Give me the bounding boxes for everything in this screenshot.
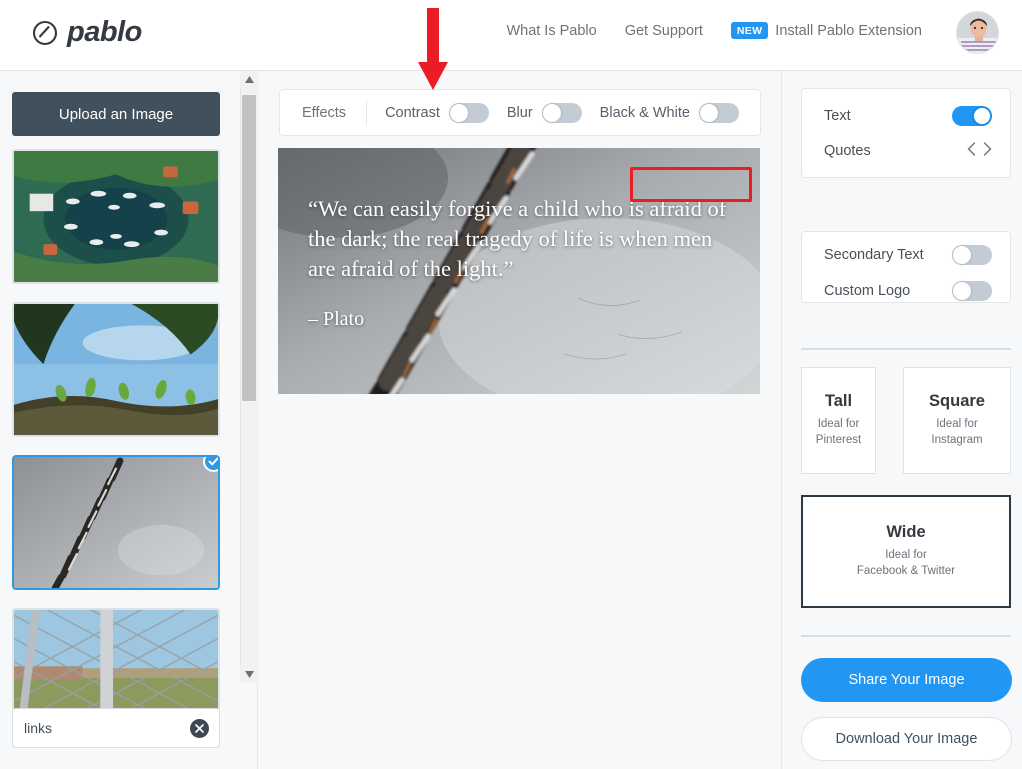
- text-row[interactable]: Text: [824, 103, 992, 129]
- size-option-wide-title: Wide: [886, 523, 926, 542]
- effect-contrast-toggle[interactable]: [448, 102, 489, 123]
- thumbnail-list: [0, 149, 240, 754]
- brand-name: pablo: [67, 16, 142, 48]
- share-image-button[interactable]: Share Your Image: [801, 658, 1012, 702]
- panel-divider-top: [801, 348, 1011, 350]
- nav-link-get-support[interactable]: Get Support: [625, 23, 703, 39]
- effect-black-and-white-toggle[interactable]: [698, 102, 739, 123]
- effect-black-and-white[interactable]: Black & White: [582, 102, 739, 123]
- thumbnail-aerial-marina-harbor[interactable]: [12, 149, 220, 284]
- effect-blur-toggle[interactable]: [541, 102, 582, 123]
- chevron-left-icon[interactable]: [967, 141, 976, 161]
- clear-search-close-circle-icon[interactable]: [190, 719, 209, 738]
- main-nav: What Is Pablo Get Support NEW Install Pa…: [506, 22, 922, 39]
- effect-blur-label: Blur: [506, 104, 533, 121]
- effect-contrast[interactable]: Contrast: [367, 102, 489, 123]
- pablo-app: pablo What Is Pablo Get Support NEW Inst…: [0, 0, 1022, 769]
- text-row-label: Text: [824, 108, 851, 124]
- size-option-wide-sub2: Facebook & Twitter: [856, 565, 956, 577]
- upload-image-button[interactable]: Upload an Image: [12, 92, 220, 136]
- custom-logo-toggle[interactable]: [952, 281, 992, 301]
- thumbnail-sky-through-palm-leaves[interactable]: [12, 302, 220, 437]
- image-library-sidebar: Upload an Image: [0, 71, 258, 769]
- quote-text: “We can easily forgive a child who is af…: [308, 196, 727, 281]
- circle-slash-icon: [32, 20, 58, 46]
- secondary-text-row[interactable]: Secondary Text: [824, 242, 992, 268]
- size-option-tall-title: Tall: [824, 392, 853, 411]
- quotes-row-label: Quotes: [824, 143, 871, 159]
- size-option-tall-sub1: Ideal for: [817, 418, 860, 431]
- nav-link-install-extension[interactable]: NEW Install Pablo Extension: [730, 22, 922, 39]
- secondary-text-label: Secondary Text: [824, 247, 924, 263]
- size-option-square-sub1: Ideal for: [936, 418, 978, 431]
- brand-logo[interactable]: pablo: [32, 16, 142, 49]
- size-option-wide[interactable]: Wide Ideal for Facebook & Twitter: [801, 495, 1011, 608]
- scroll-down-caret-down-icon[interactable]: [240, 666, 258, 683]
- quote-overlay: “We can easily forgive a child who is af…: [278, 148, 760, 394]
- text-toggle[interactable]: [952, 106, 992, 126]
- quotes-stepper[interactable]: [967, 141, 992, 161]
- text-options-card: Text Quotes: [801, 88, 1011, 178]
- effect-black-and-white-label: Black & White: [599, 104, 690, 121]
- install-extension-label[interactable]: Install Pablo Extension: [775, 23, 922, 39]
- search-input[interactable]: [24, 709, 184, 747]
- secondary-text-toggle[interactable]: [952, 245, 992, 265]
- effect-contrast-label: Contrast: [385, 104, 440, 121]
- effects-title: Effects: [302, 104, 347, 121]
- thumbnail-metal-chain-on-concrete[interactable]: [12, 455, 220, 590]
- size-option-tall[interactable]: Tall Ideal for Pinterest: [801, 367, 876, 474]
- download-image-button[interactable]: Download Your Image: [801, 717, 1012, 761]
- size-option-square-sub2: Instagram: [931, 434, 983, 446]
- sidebar-scrollbar-thumb[interactable]: [242, 95, 256, 401]
- size-option-square-title: Square: [929, 392, 985, 411]
- custom-logo-label: Custom Logo: [824, 283, 911, 299]
- chevron-right-icon[interactable]: [983, 141, 992, 161]
- image-search-box: [12, 708, 220, 748]
- new-badge: NEW: [730, 22, 769, 39]
- scroll-up-caret-up-icon[interactable]: [240, 71, 258, 88]
- quotes-row[interactable]: Quotes: [824, 138, 992, 164]
- image-canvas[interactable]: “We can easily forgive a child who is af…: [278, 148, 760, 394]
- extra-options-card: Secondary Text Custom Logo: [801, 231, 1011, 303]
- app-header: pablo What Is Pablo Get Support NEW Inst…: [0, 0, 1022, 71]
- avatar[interactable]: [956, 11, 999, 54]
- options-panel: Text Quotes Secondary Text Custom Logo T…: [782, 71, 1022, 769]
- quote-author: – Plato: [308, 307, 365, 330]
- effect-blur[interactable]: Blur: [489, 102, 582, 123]
- size-option-wide-sub1: Ideal for: [885, 549, 927, 562]
- effects-toolbar: Effects Contrast Blur Black & White: [279, 89, 761, 136]
- editor-workspace: Effects Contrast Blur Black & White “We …: [258, 71, 782, 769]
- size-option-square[interactable]: Square Ideal for Instagram: [903, 367, 1011, 474]
- panel-divider-bottom: [801, 635, 1011, 637]
- custom-logo-row[interactable]: Custom Logo: [824, 278, 992, 304]
- nav-link-what-is-pablo[interactable]: What Is Pablo: [506, 23, 596, 39]
- size-option-tall-sub2: Pinterest: [815, 434, 862, 446]
